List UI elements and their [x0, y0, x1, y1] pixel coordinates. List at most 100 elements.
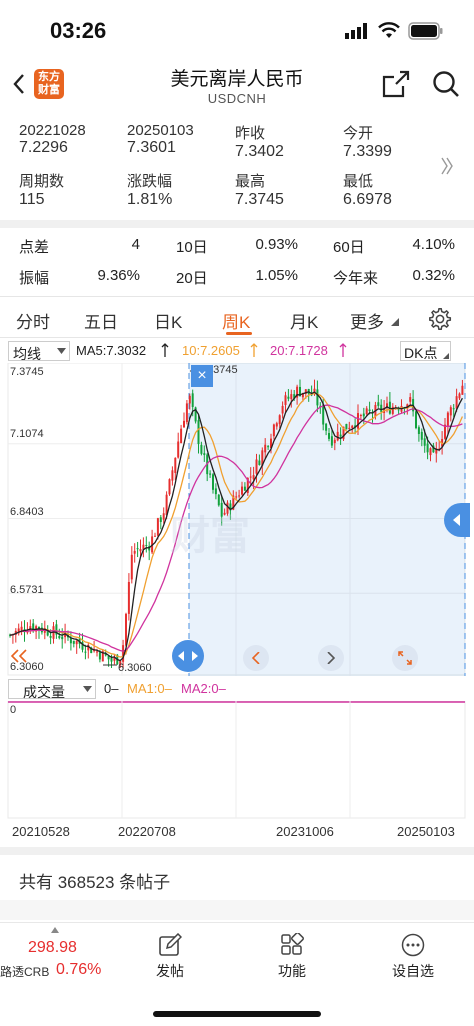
posts-count[interactable]: 共有 368523 条帖子	[19, 868, 170, 893]
drag-handle[interactable]	[172, 640, 204, 672]
stat-label: 最高	[235, 173, 266, 190]
function-button[interactable]: 功能	[262, 931, 322, 991]
stat-open: 今开 7.3399	[343, 122, 392, 161]
candle-body	[130, 554, 133, 580]
candle-body	[415, 411, 417, 429]
expand-stats-icon[interactable]	[440, 156, 454, 176]
divider	[0, 296, 474, 297]
arrow-up-icon	[250, 343, 258, 357]
candle-body	[212, 474, 214, 490]
candle-body	[98, 652, 101, 660]
tab-five-day[interactable]: 五日	[84, 308, 118, 333]
candle-body	[136, 548, 139, 550]
candle-body	[339, 434, 342, 437]
signal-icon	[345, 23, 367, 39]
post-button[interactable]: 发帖	[140, 931, 200, 991]
candle-body	[177, 441, 180, 458]
volume-select[interactable]: 成交量	[8, 679, 96, 700]
active-tab-indicator	[226, 332, 252, 335]
candle-body	[84, 651, 87, 653]
stat-value: 7.3601	[127, 139, 176, 156]
status-bar: 03:26	[0, 0, 474, 56]
chevron-down-icon	[57, 348, 66, 354]
candle-body	[235, 496, 238, 498]
candle-body	[267, 446, 270, 448]
candle-body	[316, 389, 319, 406]
collapse-handle[interactable]	[444, 503, 470, 537]
candle-body	[397, 409, 400, 411]
watchlist-button[interactable]: 设自选	[383, 931, 443, 991]
chevron-right-icon	[327, 652, 335, 664]
dk-point-toggle[interactable]: DK点	[400, 341, 451, 361]
stat-change-pct: 涨跌幅 1.81%	[127, 170, 172, 209]
stat-label: 周期数	[19, 173, 65, 190]
candle-body	[127, 581, 130, 614]
expand-icon	[398, 651, 412, 665]
tab-weekly-k[interactable]: 周K	[222, 308, 250, 333]
candle-body	[185, 403, 188, 423]
index-value[interactable]: 298.98	[28, 939, 77, 957]
candle-body	[252, 475, 255, 480]
metric-value: 4.10%	[412, 236, 455, 253]
candle-body	[188, 395, 191, 404]
volume-grid	[7, 701, 466, 819]
stat-value: 1.81%	[127, 191, 173, 208]
candle-body	[209, 473, 212, 475]
candle-body	[96, 651, 98, 653]
post-label: 发帖	[156, 963, 184, 979]
tab-intraday[interactable]: 分时	[16, 308, 50, 333]
stat-value: 115	[19, 191, 45, 208]
candle-body	[429, 448, 432, 456]
candle-body	[461, 385, 464, 395]
candle-body	[171, 470, 174, 481]
candle-body	[455, 396, 458, 409]
stat-label: 20221028	[19, 122, 86, 139]
double-chevron-left-icon[interactable]	[10, 649, 28, 663]
x-axis: 20210528 20220708 20231006 20250103	[0, 822, 474, 840]
y-tick-label: 7.3745	[10, 366, 44, 378]
candle-body	[377, 402, 380, 406]
arrow-up-icon	[161, 343, 169, 357]
stat-value: 6.6978	[343, 191, 392, 208]
step-right-button[interactable]	[318, 645, 344, 671]
ma20-value: 20:7.1728	[270, 343, 328, 358]
stat-value: 7.2296	[19, 139, 68, 156]
candle-body	[272, 424, 275, 437]
step-left-button[interactable]	[243, 645, 269, 671]
metric-label: 10日	[176, 239, 208, 256]
low-marker-label: 6.3060	[118, 662, 152, 674]
candle-body	[133, 550, 136, 554]
candle-body	[258, 460, 261, 465]
divider	[0, 847, 474, 855]
stat-start-date: 20221028 7.2296	[19, 122, 86, 157]
arrow-up-icon	[339, 343, 347, 357]
dropdown-triangle-icon	[443, 353, 449, 359]
divider	[0, 900, 474, 920]
close-selection-button[interactable]: ×	[191, 365, 213, 387]
chevron-left-icon	[453, 514, 460, 526]
indicator-select[interactable]: 均线	[8, 341, 70, 362]
settings-icon[interactable]	[428, 307, 452, 331]
period-tabs: 分时 五日 日K 周K 月K 更多	[0, 298, 474, 338]
metric-value: 1.05%	[255, 267, 298, 284]
volume-ma1-value: MA1:0	[127, 681, 165, 696]
kline-chart[interactable]: 财富 7.3745 7.1074 6.8403 6.5731 6.3060 7.…	[0, 363, 474, 676]
stat-value: 7.3399	[343, 143, 392, 160]
metric-value: 0.32%	[412, 267, 455, 284]
volume-chart[interactable]: 0	[0, 701, 474, 819]
tab-more[interactable]: 更多	[350, 308, 384, 333]
index-change[interactable]: 0.76%	[56, 961, 101, 979]
tab-daily-k[interactable]: 日K	[154, 308, 182, 333]
candle-body	[238, 495, 241, 497]
index-name[interactable]: 路透CRB	[0, 963, 49, 980]
candle-body	[351, 425, 354, 428]
tab-monthly-k[interactable]: 月K	[290, 308, 318, 333]
fullscreen-button[interactable]	[392, 645, 418, 671]
candle-body	[145, 545, 148, 547]
stat-label: 20250103	[127, 122, 194, 139]
quote-stats: 20221028 7.2296 20250103 7.3601 昨收 7.340…	[19, 122, 439, 214]
candle-body	[183, 420, 185, 428]
stat-label: 今开	[343, 125, 374, 142]
candle-body	[449, 407, 452, 416]
candle-body	[168, 479, 171, 495]
